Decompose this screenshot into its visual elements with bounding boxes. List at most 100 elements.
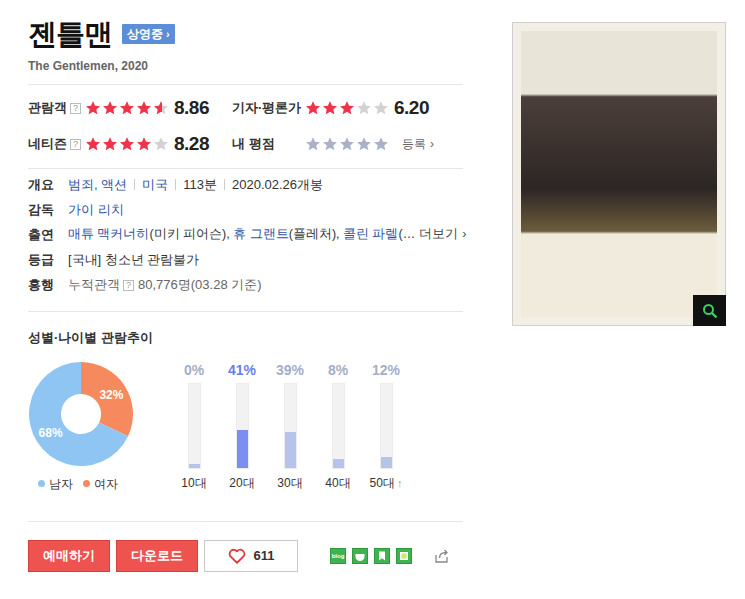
age-label-text: 10대	[181, 476, 206, 490]
chart-body: 32%68%남자여자0%10대41%20대39%30대8%40대12%50대↑	[28, 361, 463, 493]
info-link[interactable]: 가이 리치	[68, 202, 124, 217]
rating-row: 관람객?8.86	[28, 90, 232, 126]
like-button[interactable]: 611	[204, 540, 298, 572]
star-icon	[356, 136, 372, 152]
star-icon	[85, 100, 101, 116]
info-label: 흥행	[28, 275, 68, 295]
age-bar[interactable]: 0% 10대	[170, 361, 218, 493]
poster[interactable]	[512, 22, 726, 326]
star-rating[interactable]	[305, 136, 390, 152]
star-icon	[136, 136, 152, 152]
gender-chart: 32%68%남자여자	[28, 361, 170, 493]
star-icon	[119, 100, 135, 116]
info-link[interactable]: 휴 그랜트	[233, 227, 288, 241]
register-label[interactable]: 등록	[402, 137, 426, 151]
status-badge[interactable]: 상영중›	[122, 24, 175, 44]
star-icon	[339, 100, 355, 116]
register-arrow[interactable]: ›	[430, 137, 434, 151]
info-segments: [국내] 청소년 관람불가	[68, 250, 199, 270]
star-icon	[373, 100, 389, 116]
age-bar[interactable]: 12%50대↑	[362, 361, 410, 493]
blog-icon[interactable]: blog	[330, 548, 346, 564]
info-value: 매튜 맥커너히(미키 피어슨), 휴 그랜트(플레처), 콜린 파렐(… 더보기 ›	[68, 225, 463, 244]
rating-label: 관람객?	[28, 98, 85, 118]
info-link[interactable]: 콜린 파렐	[343, 227, 398, 241]
zoom-button[interactable]	[693, 295, 726, 326]
star-icon	[153, 136, 169, 152]
heart-icon	[228, 548, 246, 564]
more-label[interactable]: 더보기	[419, 227, 458, 241]
star-icon	[305, 100, 321, 116]
star-icon	[356, 100, 372, 116]
bar-track	[236, 383, 249, 469]
separator	[224, 179, 225, 190]
slice-label: 68%	[39, 426, 63, 440]
title-row: 젠틀맨상영중›	[28, 16, 463, 52]
age-percent: 41%	[228, 361, 256, 379]
age-percent: 0%	[184, 361, 204, 379]
action-bar: 예매하기다운로드 611 blog	[28, 522, 463, 572]
bar-fill	[333, 459, 344, 468]
memo-icon[interactable]	[396, 548, 412, 564]
rating-label: 내 평점	[232, 134, 305, 154]
download-button[interactable]: 다운로드	[116, 540, 198, 572]
info-link[interactable]: 매튜 맥커너히	[68, 227, 149, 241]
star-icon	[322, 100, 338, 116]
age-label: 30대	[277, 475, 302, 491]
age-label-text: 30대	[277, 476, 302, 490]
help-button[interactable]: ?	[123, 280, 134, 291]
magnifier-icon	[702, 303, 718, 319]
audience-chart: 성별·나이별 관람추이32%68%남자여자0%10대41%20대39%30대8%…	[28, 312, 463, 522]
age-bar[interactable]: 39%30대	[266, 361, 314, 493]
info-label: 개요	[28, 175, 68, 195]
share-icons: blog	[330, 548, 450, 564]
rating-score: 6.20	[394, 94, 429, 123]
age-chart: 0% 10대 41%20대39%30대8%40대12%50대↑	[170, 361, 410, 493]
info-text: [국내] 청소년 관람불가	[68, 252, 199, 267]
badge-label[interactable]: 상영중	[127, 26, 163, 42]
rating-label: 기자·평론가	[232, 98, 305, 118]
rating-row: 내 평점 등록 ›	[232, 126, 463, 162]
star-icon	[119, 136, 135, 152]
rating-label-text: 관람객	[28, 100, 67, 115]
legend-item: 남자	[38, 475, 73, 493]
help-button[interactable]: ?	[70, 103, 81, 114]
more-arrow[interactable]: ›	[462, 227, 466, 241]
info-value: 범죄, 액션미국113분2020.02.26개봉	[68, 175, 463, 195]
bar-track	[332, 383, 345, 469]
age-label: 50대↑	[370, 475, 403, 491]
info-link[interactable]: 미국	[142, 175, 168, 195]
age-percent: 8%	[328, 361, 348, 379]
reserve-button[interactable]: 예매하기	[28, 540, 110, 572]
bookmark-icon[interactable]	[374, 548, 390, 564]
donut-slice	[29, 362, 128, 466]
info-link[interactable]: 범죄, 액션	[68, 175, 127, 195]
help-button[interactable]: ?	[70, 139, 81, 150]
donut-slice	[81, 362, 133, 436]
cafe-icon[interactable]	[352, 548, 368, 564]
rating-label-text: 기자·평론가	[232, 100, 301, 115]
age-bar[interactable]: 41%20대	[218, 361, 266, 493]
rating-row: 네티즌?8.28	[28, 126, 232, 162]
bar-track	[380, 383, 393, 469]
share-icon[interactable]	[434, 548, 450, 564]
info-text: 113분	[183, 175, 217, 195]
info-segments: 매튜 맥커너히(미키 피어슨), 휴 그랜트(플레처), 콜린 파렐(…	[68, 225, 415, 244]
star-rating	[85, 100, 170, 116]
rating-label-text: 네티즌	[28, 136, 67, 151]
stars-fill	[85, 136, 153, 152]
info-label: 감독	[28, 200, 68, 220]
gender-legend: 남자여자	[28, 475, 170, 493]
info-text: (플레처),	[289, 227, 343, 241]
poster-image[interactable]	[521, 31, 717, 317]
register-link[interactable]: 등록 ›	[402, 135, 434, 153]
boxoffice-value: 80,776명(03.28 기준)	[138, 277, 262, 292]
stars-fill	[305, 100, 356, 116]
age-bar[interactable]: 8%40대	[314, 361, 362, 493]
info-table: 개요범죄, 액션미국113분2020.02.26개봉감독가이 리치출연매튜 맥커…	[28, 169, 463, 312]
info-label: 출연	[28, 225, 68, 245]
like-count[interactable]: 611	[254, 546, 275, 566]
bar-fill	[381, 457, 392, 468]
more-link[interactable]: 더보기 ›	[415, 225, 466, 244]
badge-arrow[interactable]: ›	[166, 26, 170, 42]
